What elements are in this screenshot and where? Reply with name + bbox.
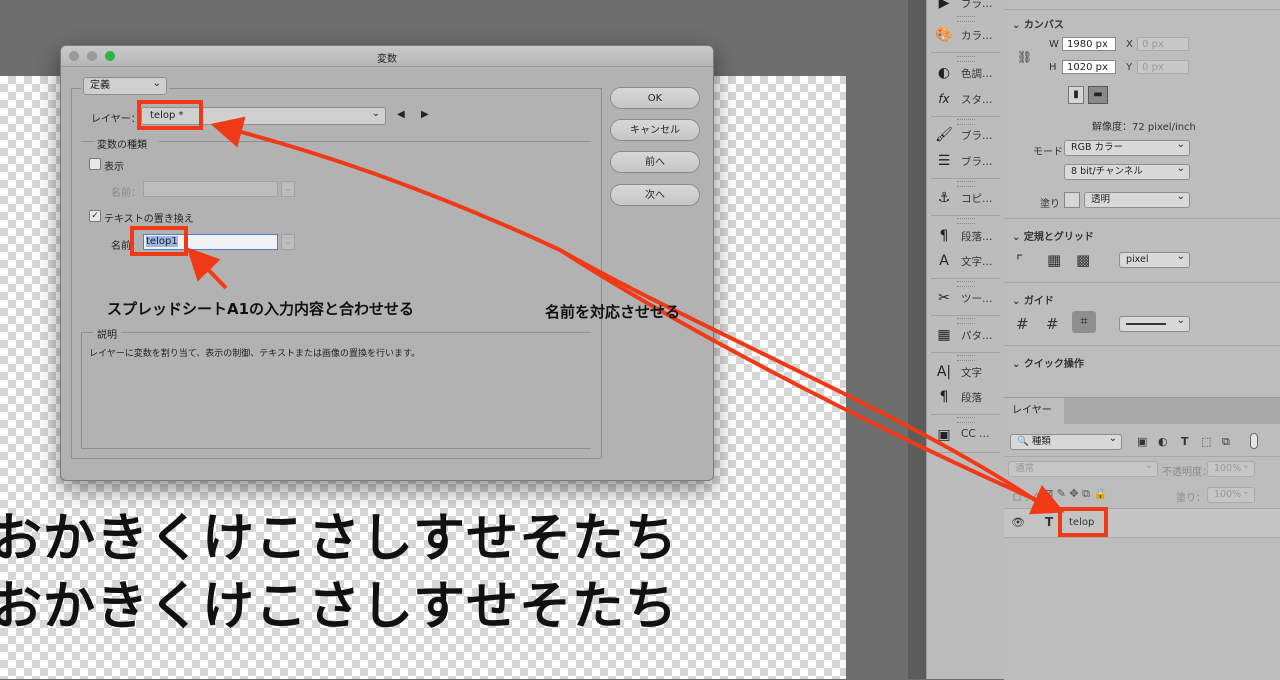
annotation-arrows [186,116,1065,515]
annotation-note-left: スプレッドシートA1の入力内容と合わせせる [107,300,415,318]
arrow-to-name-field [186,247,228,290]
annotation-note-right: 名前を対応させせる [545,303,681,321]
